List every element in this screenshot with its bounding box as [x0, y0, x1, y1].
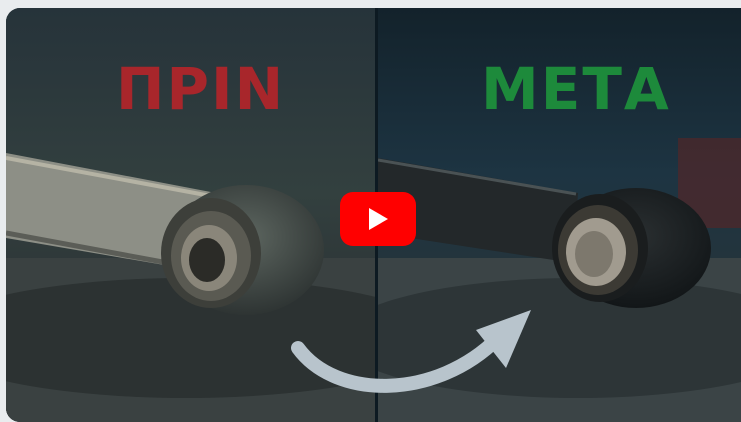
before-label: ΠΡΙΝ — [116, 55, 286, 123]
video-thumbnail[interactable]: ΠΡΙΝ ΜΕΤΑ — [6, 8, 741, 422]
play-button[interactable] — [340, 192, 416, 246]
play-icon — [369, 208, 388, 230]
after-label: ΜΕΤΑ — [481, 55, 671, 123]
